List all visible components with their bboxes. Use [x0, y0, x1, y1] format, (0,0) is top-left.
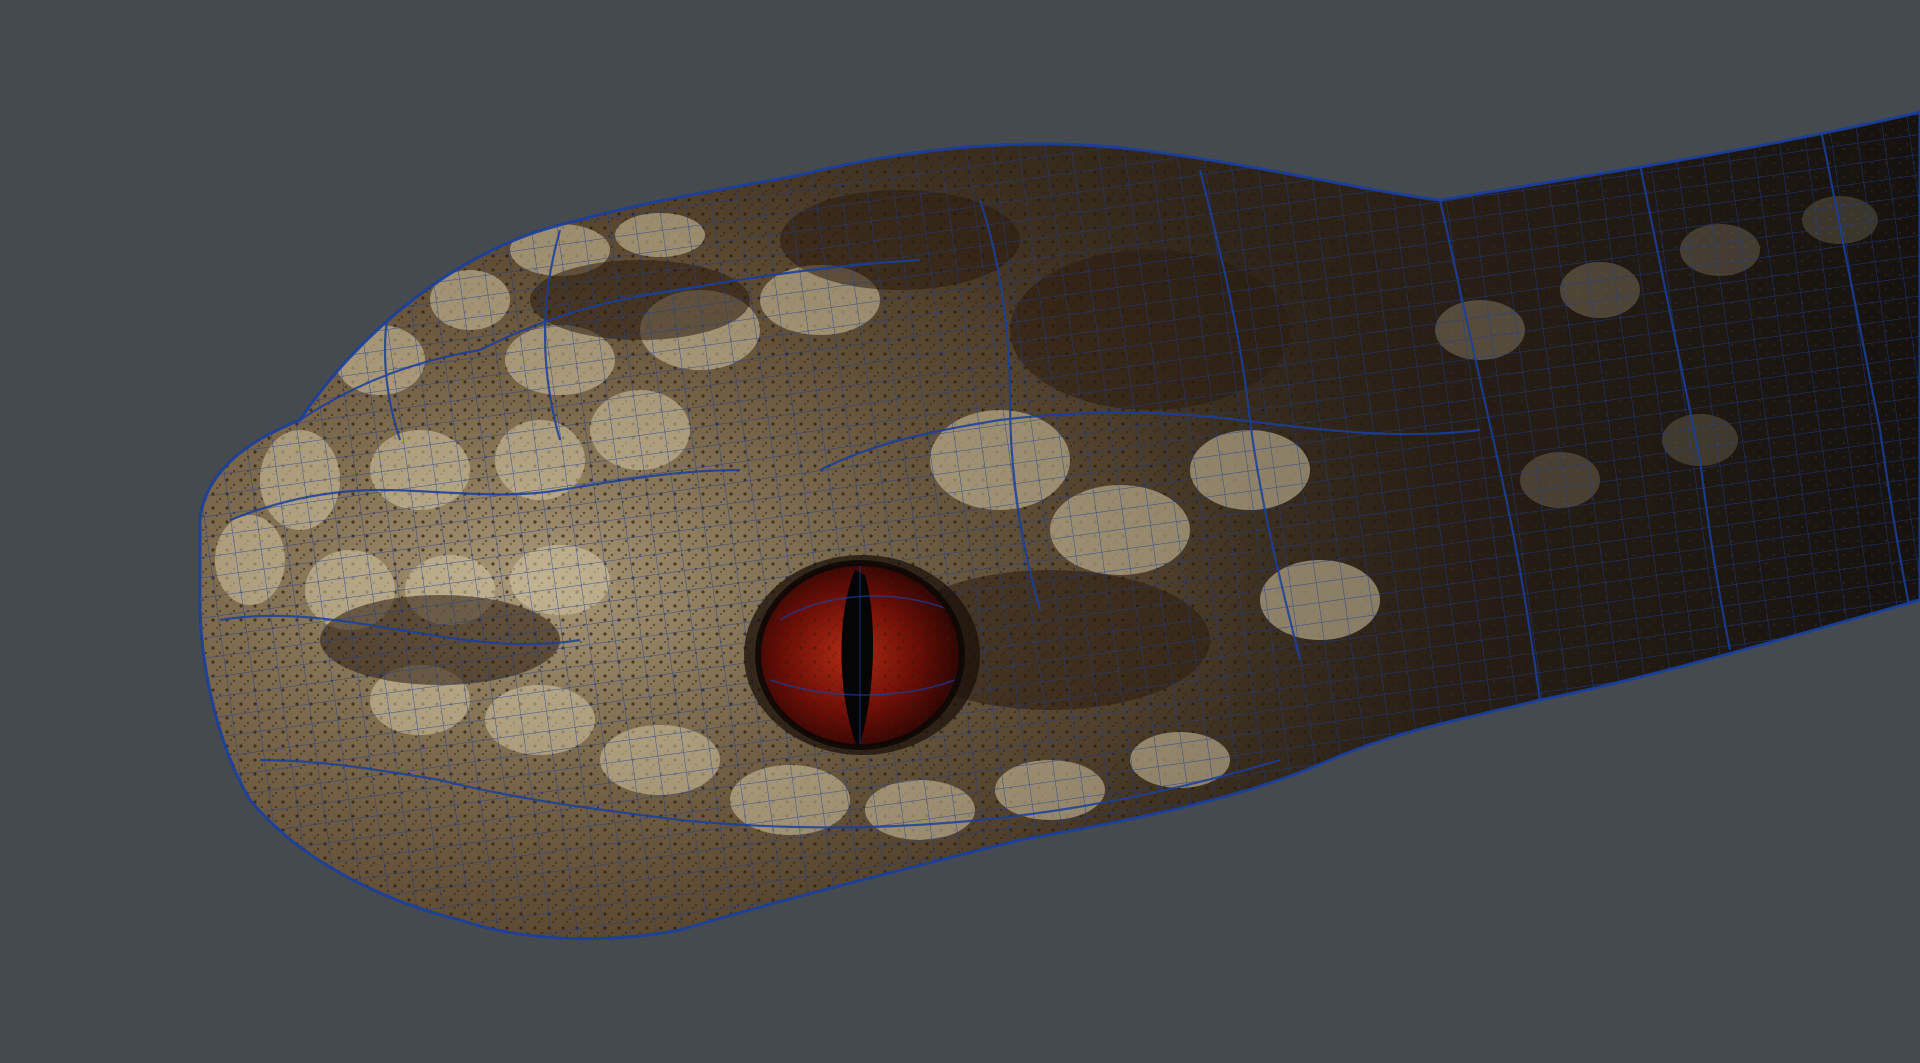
render-canvas	[0, 0, 1920, 1063]
eye-icon	[755, 560, 965, 750]
3d-viewport[interactable]	[0, 0, 1920, 1063]
